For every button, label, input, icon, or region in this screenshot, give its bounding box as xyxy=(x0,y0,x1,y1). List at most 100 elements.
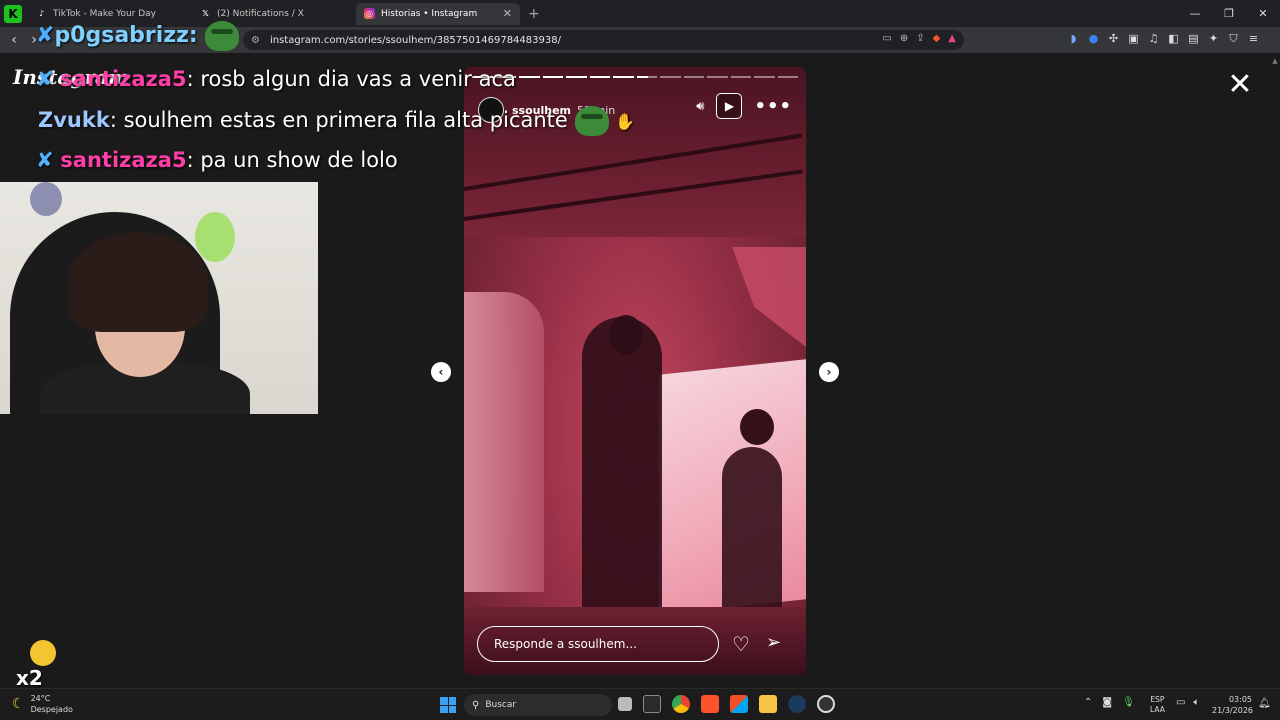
chat-message: : pa un show de lolo xyxy=(186,148,398,172)
file-explorer-icon[interactable] xyxy=(759,695,777,713)
prev-story-button[interactable]: ‹ xyxy=(431,362,451,382)
x-icon: 𝕏 xyxy=(202,9,209,18)
instagram-icon: ◎ xyxy=(364,8,375,19)
new-tab-button[interactable]: + xyxy=(528,6,540,22)
next-story-button[interactable]: › xyxy=(819,362,839,382)
more-options-icon[interactable]: ••• xyxy=(754,96,792,117)
share-icon[interactable]: ⇪ xyxy=(916,33,924,44)
brave-shield-icon[interactable]: ◆ xyxy=(933,33,941,44)
weather-widget[interactable]: ☾ 24°C Despejado xyxy=(12,693,73,715)
reply-input[interactable]: Responde a ssoulhem... xyxy=(477,626,719,662)
extension-box-icon[interactable]: ▣ xyxy=(1128,32,1139,46)
back-button[interactable]: ‹ xyxy=(4,32,24,48)
taskbar-clock[interactable]: 03:05 21/3/2026 xyxy=(1212,694,1254,716)
minimize-button[interactable]: — xyxy=(1178,0,1212,27)
address-bar-icons: ▭ ⊕ ⇪ ◆ ▲ xyxy=(882,33,956,44)
search-placeholder: Buscar xyxy=(485,700,517,710)
progress-segment xyxy=(777,76,798,78)
windows-taskbar: ☾ 24°C Despejado ⚲ Buscar ⌃ ◙ 🎙︎ ESP LAA… xyxy=(0,688,1280,720)
chat-top-line: ✘p0gsabrizz: xyxy=(36,21,239,51)
plush-toy xyxy=(30,182,62,216)
zoom-icon[interactable]: ⊕ xyxy=(900,33,908,44)
webcam-overlay xyxy=(0,182,318,414)
story-image-curtain xyxy=(464,292,544,592)
story-controls: 🔊︎ ▶ ••• xyxy=(696,93,792,119)
volume-icon[interactable]: 🔊︎ xyxy=(696,99,704,114)
wallet-icon[interactable]: ▤ xyxy=(1188,32,1199,46)
hand-emote-icon: ✋ xyxy=(615,111,636,131)
site-settings-icon[interactable]: ⚙ xyxy=(251,35,260,46)
speaker-icon: 🔈︎ xyxy=(1193,697,1200,708)
chat-badge-icon: ✘ xyxy=(36,148,54,172)
like-heart-icon[interactable]: ♡ xyxy=(732,632,750,656)
pepe-emote-icon xyxy=(204,21,239,51)
chrome-icon[interactable] xyxy=(672,695,690,713)
vpn-icon[interactable]: ⛉ xyxy=(1228,32,1239,46)
chat-line: ✘ santizaza5: pa un show de lolo xyxy=(36,148,398,172)
url-text: instagram.com/stories/ssoulhem/385750146… xyxy=(269,34,561,46)
language-indicator[interactable]: ESP LAA xyxy=(1150,695,1165,715)
microsoft-store-icon[interactable] xyxy=(730,695,748,713)
brave-rewards-icon[interactable]: ▲ xyxy=(948,33,956,44)
windows-start-button[interactable] xyxy=(440,697,456,713)
chat-badge-icon: ✘ xyxy=(36,23,55,48)
story-image-curtain xyxy=(732,247,806,347)
emote-multiplier: x2 xyxy=(16,666,43,690)
weather-temp: 24°C xyxy=(30,694,51,703)
progress-segment xyxy=(683,76,704,78)
play-button[interactable]: ▶ xyxy=(716,93,743,119)
chat-username: santizaza5 xyxy=(60,148,187,172)
extension-icons: ◗ ● ✣ ▣ ♫ ◧ ▤ ✦ ⛉ ≡ xyxy=(1068,32,1259,46)
discord-icon[interactable]: ◙ xyxy=(1102,697,1112,708)
extensions-puzzle-icon[interactable]: ✣ xyxy=(1108,32,1119,46)
cast-icon[interactable]: ▭ xyxy=(882,33,891,44)
notification-bell-icon[interactable]: 🔔︎ xyxy=(1258,698,1271,709)
sidebar-icon[interactable]: ◧ xyxy=(1168,32,1179,46)
chat-badge-icon: ✘ xyxy=(36,67,54,91)
send-icon[interactable]: ➢ xyxy=(766,632,781,653)
steam-icon[interactable] xyxy=(788,695,806,713)
progress-segment xyxy=(707,76,728,78)
tab-close-icon[interactable]: ✕ xyxy=(503,7,512,20)
taskbar-search[interactable]: ⚲ Buscar xyxy=(464,694,612,716)
chat-username: santizaza5 xyxy=(60,67,187,91)
tab-label: (2) Notifications / X xyxy=(217,8,304,19)
progress-segment xyxy=(660,76,681,78)
progress-segment xyxy=(566,76,587,78)
story-viewer[interactable]: ssoulhem 51 min 🔊︎ ▶ ••• Responde a ssou… xyxy=(464,67,806,675)
media-icon[interactable]: ♫ xyxy=(1148,32,1159,46)
chat-message: : rosb algun dia vas a venir aca xyxy=(186,67,516,91)
tab-label: TikTok - Make Your Day xyxy=(53,8,157,19)
story-progress-bar xyxy=(472,76,798,78)
brave-icon[interactable] xyxy=(701,695,719,713)
clock-date: 21/3/2026 xyxy=(1212,706,1254,715)
microphone-icon[interactable]: 🎙︎ xyxy=(1122,697,1135,708)
tab-label: Historias • Instagram xyxy=(381,8,478,19)
close-window-button[interactable]: ✕ xyxy=(1246,0,1280,27)
task-view-icon[interactable] xyxy=(618,697,632,711)
extension-blue-icon[interactable]: ● xyxy=(1088,32,1099,46)
chat-line: ✘ santizaza5: rosb algun dia vas a venir… xyxy=(36,67,516,91)
scroll-up-icon[interactable]: ▲ xyxy=(1272,57,1278,65)
extension-audio-icon[interactable]: ◗ xyxy=(1068,32,1079,46)
pepe-emote-icon xyxy=(574,106,609,136)
tray-chevron-icon[interactable]: ⌃ xyxy=(1084,697,1092,708)
scrollbar[interactable]: ▲ xyxy=(1272,57,1278,657)
kick-app-icon[interactable]: K xyxy=(4,4,22,23)
leo-ai-icon[interactable]: ✦ xyxy=(1208,32,1219,46)
chat-username: Zvukk xyxy=(38,108,110,132)
system-icons[interactable]: ▭ 🔈︎ xyxy=(1176,697,1199,708)
maximize-button[interactable]: ❐ xyxy=(1212,0,1246,27)
obs-icon[interactable] xyxy=(817,695,835,713)
epic-games-icon[interactable] xyxy=(643,695,661,713)
streamer-hair xyxy=(68,232,208,332)
progress-segment xyxy=(519,76,540,78)
menu-icon[interactable]: ≡ xyxy=(1248,32,1259,46)
clock-time: 03:05 xyxy=(1228,695,1252,704)
emote-combo: x2 xyxy=(16,640,56,690)
play-icon: ▶ xyxy=(724,99,735,113)
taskbar-apps xyxy=(618,695,835,713)
close-story-button[interactable]: ✕ xyxy=(1226,70,1254,100)
tab-instagram-stories[interactable]: ◎ Historias • Instagram ✕ xyxy=(356,2,520,25)
address-bar[interactable]: ⚙ instagram.com/stories/ssoulhem/3857501… xyxy=(243,30,964,50)
